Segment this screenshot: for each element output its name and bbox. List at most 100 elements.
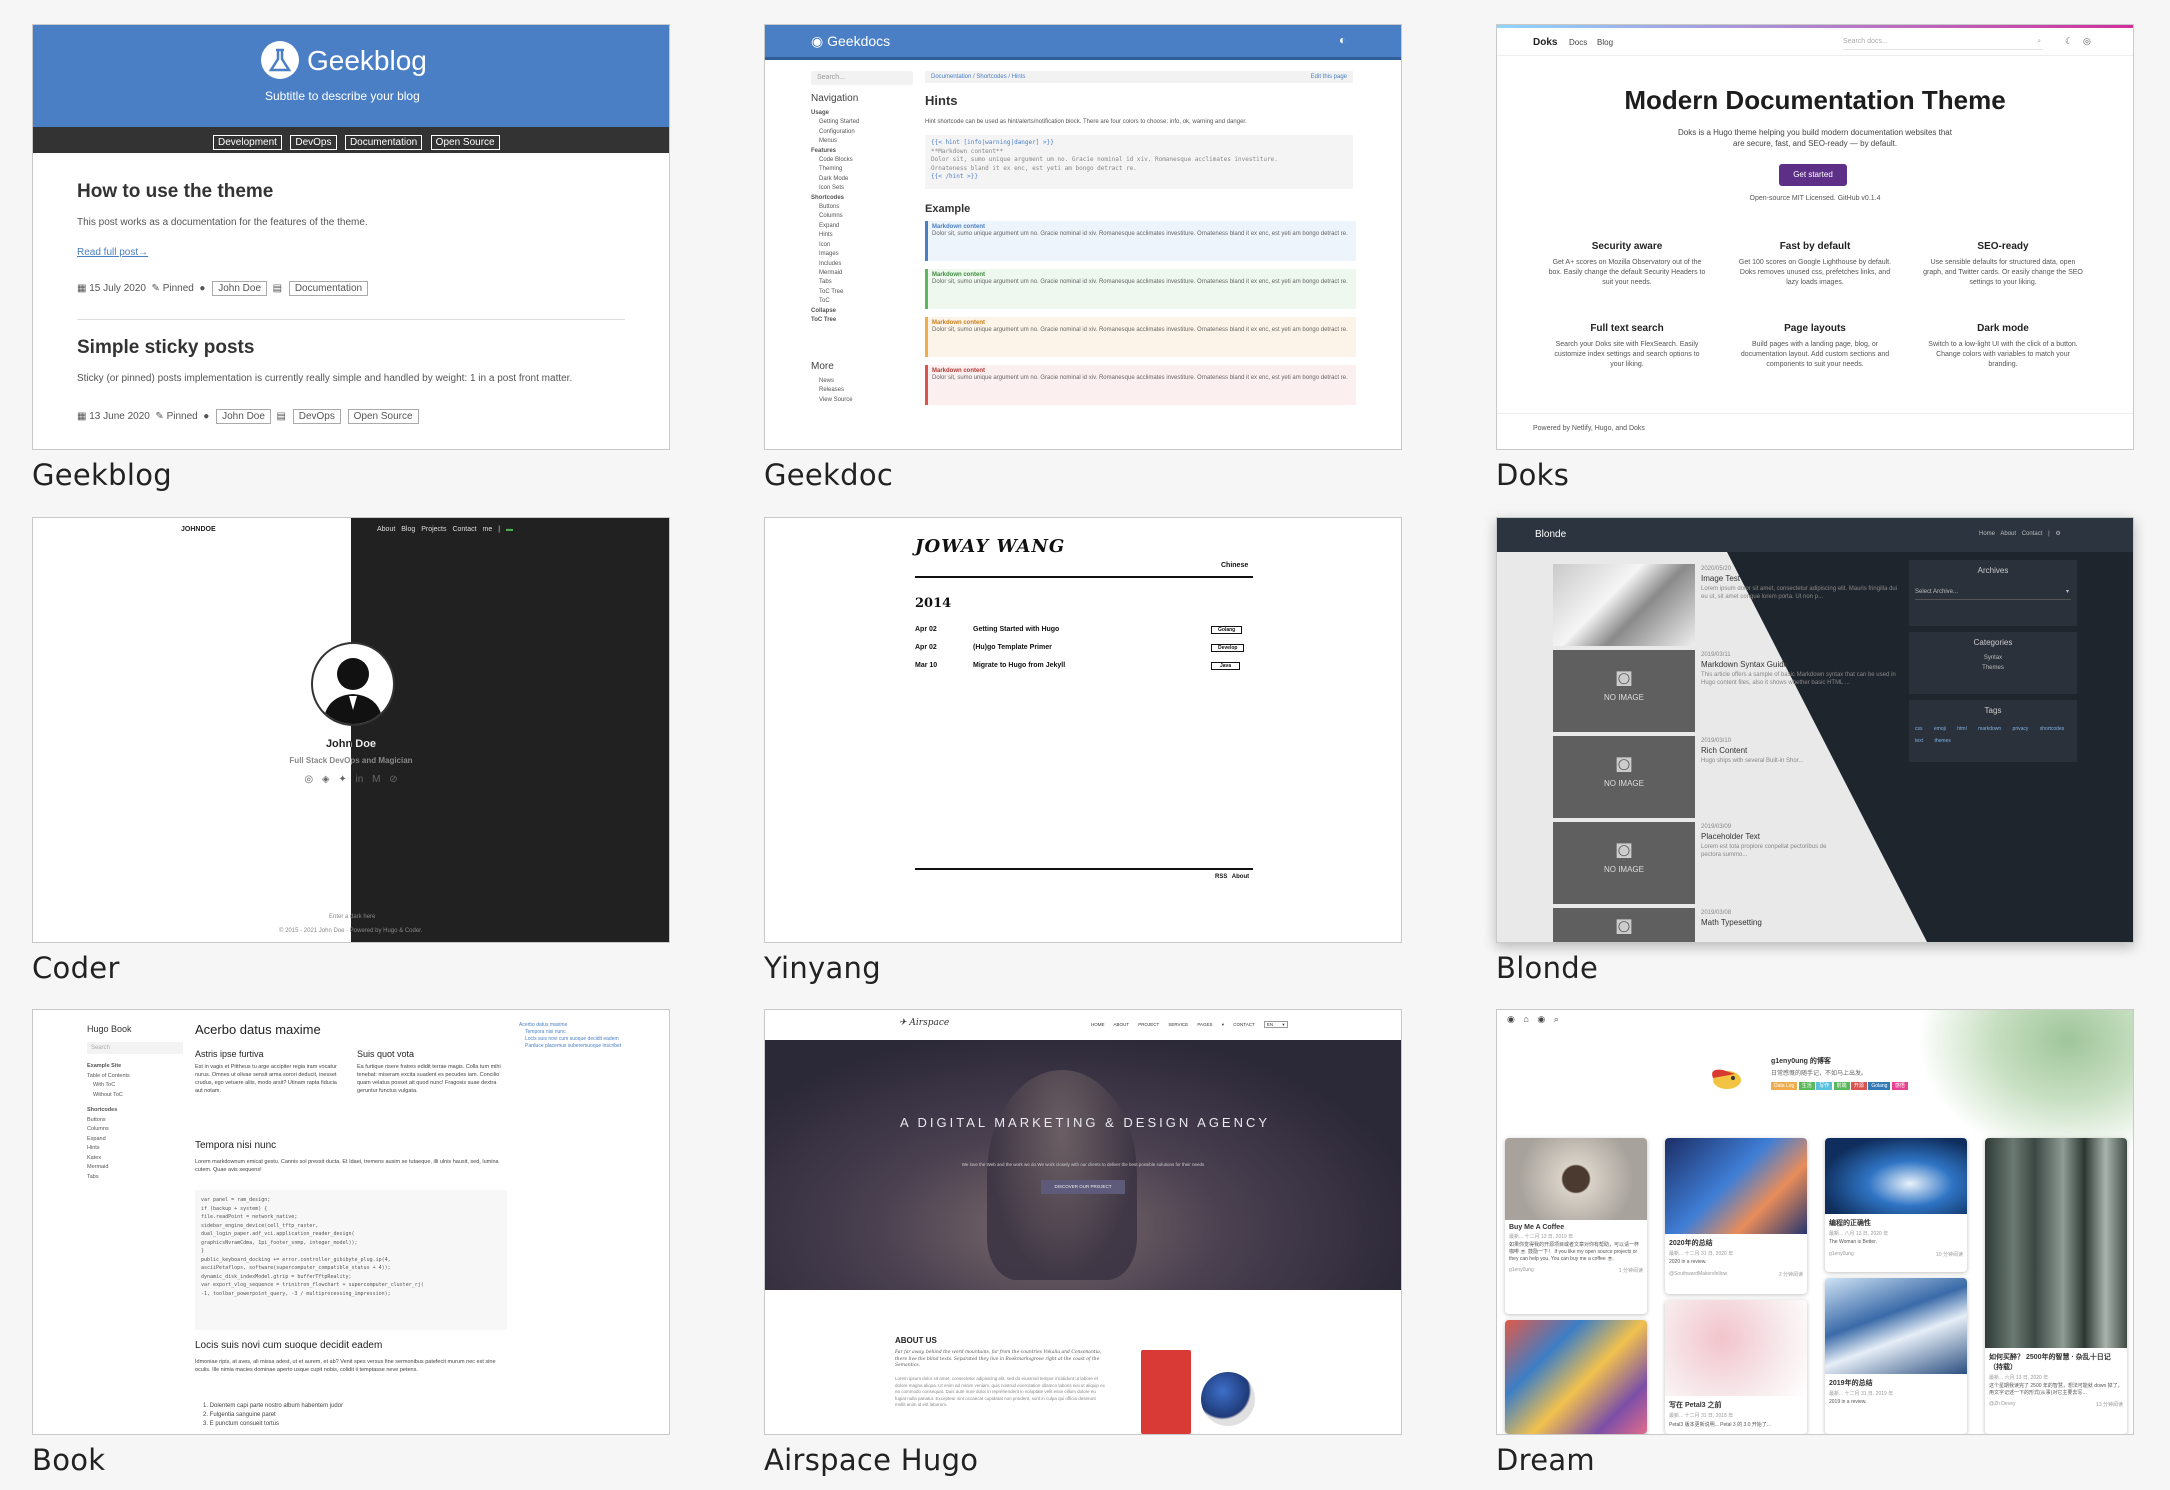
theme-card-coder[interactable]: JOHNDOE About Blog Projects Contact me |… (32, 517, 670, 987)
theme-name[interactable]: Geekblog (32, 456, 670, 494)
search-input[interactable]: Search... (811, 71, 913, 85)
site-title[interactable]: JOWAY WANG (915, 536, 1065, 557)
post-card[interactable]: 如何买醉？ 2500年的智慧 · 杂乱十日记（持载） 最新... 六月 13 日… (1985, 1138, 2127, 1434)
post-title[interactable]: How to use the theme (77, 181, 273, 203)
author-tag[interactable]: John Doe (216, 409, 271, 424)
nav-item[interactable]: ToC Tree (811, 288, 911, 297)
post-title[interactable]: Simple sticky posts (77, 337, 254, 359)
brand[interactable]: Hugo Book (87, 1024, 132, 1034)
toc-link[interactable]: Tempora nisi nunc (519, 1029, 629, 1036)
gitlab-icon[interactable]: ◈ (322, 774, 330, 785)
nav-link[interactable]: Docs (1569, 38, 1587, 47)
twitter-icon[interactable]: ✦ (338, 774, 346, 785)
tag-badge[interactable]: Golang (1868, 1082, 1891, 1090)
nav-link[interactable]: About (2000, 531, 2016, 537)
nav-item[interactable]: Icon (811, 241, 911, 250)
nav-link[interactable]: Projects (421, 526, 446, 533)
theme-card-blonde[interactable]: Blonde Home About Contact | ⚙ ◙ NO IMAGE… (1496, 517, 2134, 987)
toc-link[interactable]: Acerbo datus maxime (519, 1022, 629, 1029)
nav-item[interactable]: Includes (811, 260, 911, 269)
blog-title[interactable]: Geekblog (307, 45, 427, 77)
nav-link[interactable]: Contact (2022, 531, 2043, 537)
post-row[interactable]: Apr 02 (Hu)go Template Primer Develop (915, 644, 1253, 662)
tag-badge[interactable]: 前端 (1833, 1082, 1850, 1090)
post-card[interactable] (1505, 1320, 1647, 1434)
theme-name[interactable]: Coder (32, 949, 670, 987)
more-link[interactable]: Releases (819, 386, 853, 395)
theme-switch-hint[interactable]: Enter a dark here (329, 914, 375, 920)
post-author[interactable]: @SouthwardMakersfellow (1669, 1271, 1727, 1277)
theme-card-geekblog[interactable]: Geekblog Subtitle to describe your blog … (32, 24, 670, 494)
theme-name[interactable]: Geekdoc (764, 456, 1402, 494)
nav-item[interactable]: Code Blocks (811, 156, 911, 165)
theme-name[interactable]: Airspace Hugo (764, 1441, 1402, 1479)
post-entry[interactable]: 2019/03/08 Math Typesetting (1701, 910, 1841, 929)
menu-item[interactable]: Columns (87, 1125, 130, 1135)
nav-link[interactable]: About (377, 526, 395, 533)
theme-thumbnail[interactable]: Geekblog Subtitle to describe your blog … (32, 24, 670, 450)
theme-thumbnail[interactable]: Hugo Book Search Example Site Table of C… (32, 1009, 670, 1435)
theme-card-doks[interactable]: Doks Docs Blog Search docs... ⌕ ☾ ◎ Mode… (1496, 24, 2134, 494)
brand[interactable]: Doks (1533, 37, 1557, 48)
theme-card-airspace[interactable]: ✈ Airspace HOME ABOUT PROJECT SERVICE PA… (764, 1009, 1402, 1479)
theme-card-geekdoc[interactable]: ◉ Geekdocs ◐ Search... Navigation Usage … (764, 24, 1402, 494)
nav-tag[interactable]: Documentation (344, 135, 423, 150)
post-title[interactable]: Getting Started with Hugo (973, 626, 1059, 633)
menu-icon[interactable]: ◉ (1507, 1014, 1515, 1024)
nav-item[interactable]: Columns (811, 212, 911, 221)
tag-link[interactable]: themes (1934, 738, 1950, 744)
nav-item[interactable]: Features (811, 147, 911, 156)
post-title[interactable]: 2020年的总结 (1669, 1238, 1803, 1248)
tag-badge[interactable]: 写作 (1816, 1082, 1833, 1090)
nav-link[interactable]: Blog (401, 526, 415, 533)
post-title[interactable]: Image Test (1701, 574, 1901, 583)
theme-thumbnail[interactable]: ◉ Geekdocs ◐ Search... Navigation Usage … (764, 24, 1402, 450)
post-title[interactable]: (Hu)go Template Primer (973, 644, 1052, 651)
theme-card-dream[interactable]: ◉ ⌂ ◉ ⌕ g1eny0ung 的博客 日常感慨的随手记，不如马上出发。 D… (1496, 1009, 2134, 1479)
brand[interactable]: ✈ Airspace (899, 1018, 949, 1028)
more-link[interactable]: View Source (819, 396, 853, 405)
post-entry[interactable]: 2019/03/09 Placeholder Text Lorem est to… (1701, 824, 1841, 859)
rss-link[interactable]: RSS (1215, 874, 1227, 880)
language-select[interactable]: EN ▾ (1263, 1021, 1288, 1028)
post-tag[interactable]: Develop (1211, 644, 1245, 652)
nav-tag[interactable]: Development (213, 135, 282, 150)
search-input[interactable]: Search (87, 1042, 183, 1054)
post-title[interactable]: 编程的正确性 (1829, 1218, 1963, 1228)
tag-link[interactable]: emoji (1934, 726, 1946, 732)
search-input[interactable]: Search docs... ⌕ (1843, 35, 2043, 50)
rss-icon[interactable]: ⊘ (389, 774, 397, 785)
read-more-link[interactable]: Read full post→ (77, 247, 148, 258)
nav-item[interactable]: ToC (811, 297, 911, 306)
tag-link[interactable]: html (1957, 726, 1966, 732)
post-entry[interactable]: 2019/03/10 Rich Content Hugo ships with … (1701, 738, 1851, 765)
tag-link[interactable]: css (1915, 726, 1923, 732)
post-author[interactable]: g1eny0ung (1829, 1251, 1854, 1257)
nav-link[interactable]: HOME (1091, 1022, 1105, 1027)
theme-card-book[interactable]: Hugo Book Search Example Site Table of C… (32, 1009, 670, 1479)
post-title[interactable]: Rich Content (1701, 746, 1851, 755)
menu-item[interactable]: Shortcodes (87, 1106, 130, 1116)
medium-icon[interactable]: M (372, 774, 380, 785)
category-link[interactable]: Themes (1909, 665, 2077, 671)
tag-link[interactable]: privacy (2013, 726, 2029, 732)
category-link[interactable]: Syntax (1909, 655, 2077, 661)
post-title[interactable]: 如何买醉？ 2500年的智慧 · 杂乱十日记（持载） (1989, 1352, 2123, 1372)
nav-item[interactable]: Icon Sets (811, 184, 911, 193)
theme-name[interactable]: Dream (1496, 1441, 2134, 1479)
nav-item[interactable]: Images (811, 250, 911, 259)
menu-item[interactable]: Example Site (87, 1062, 130, 1072)
nav-link[interactable]: SERVICE (1168, 1022, 1188, 1027)
nav-item[interactable]: Configuration (811, 128, 911, 137)
theme-thumbnail[interactable]: ◉ ⌂ ◉ ⌕ g1eny0ung 的博客 日常感慨的随手记，不如马上出发。 D… (1496, 1009, 2134, 1435)
theme-icon[interactable]: ◉ (1537, 1014, 1545, 1024)
nav-item[interactable]: Buttons (811, 203, 911, 212)
theme-name[interactable]: Book (32, 1441, 670, 1479)
nav-item[interactable]: Usage (811, 109, 911, 118)
theme-card-yinyang[interactable]: JOWAY WANG Chinese 2014 Apr 02 Getting S… (764, 517, 1402, 987)
home-icon[interactable]: ⌂ (1523, 1014, 1528, 1024)
no-image-placeholder[interactable]: ◙ NO IMAGE (1553, 736, 1695, 818)
menu-item[interactable]: Tabs (87, 1173, 130, 1183)
theme-name[interactable]: Doks (1496, 456, 2134, 494)
search-icon[interactable]: ⌕ (1554, 1014, 1559, 1024)
